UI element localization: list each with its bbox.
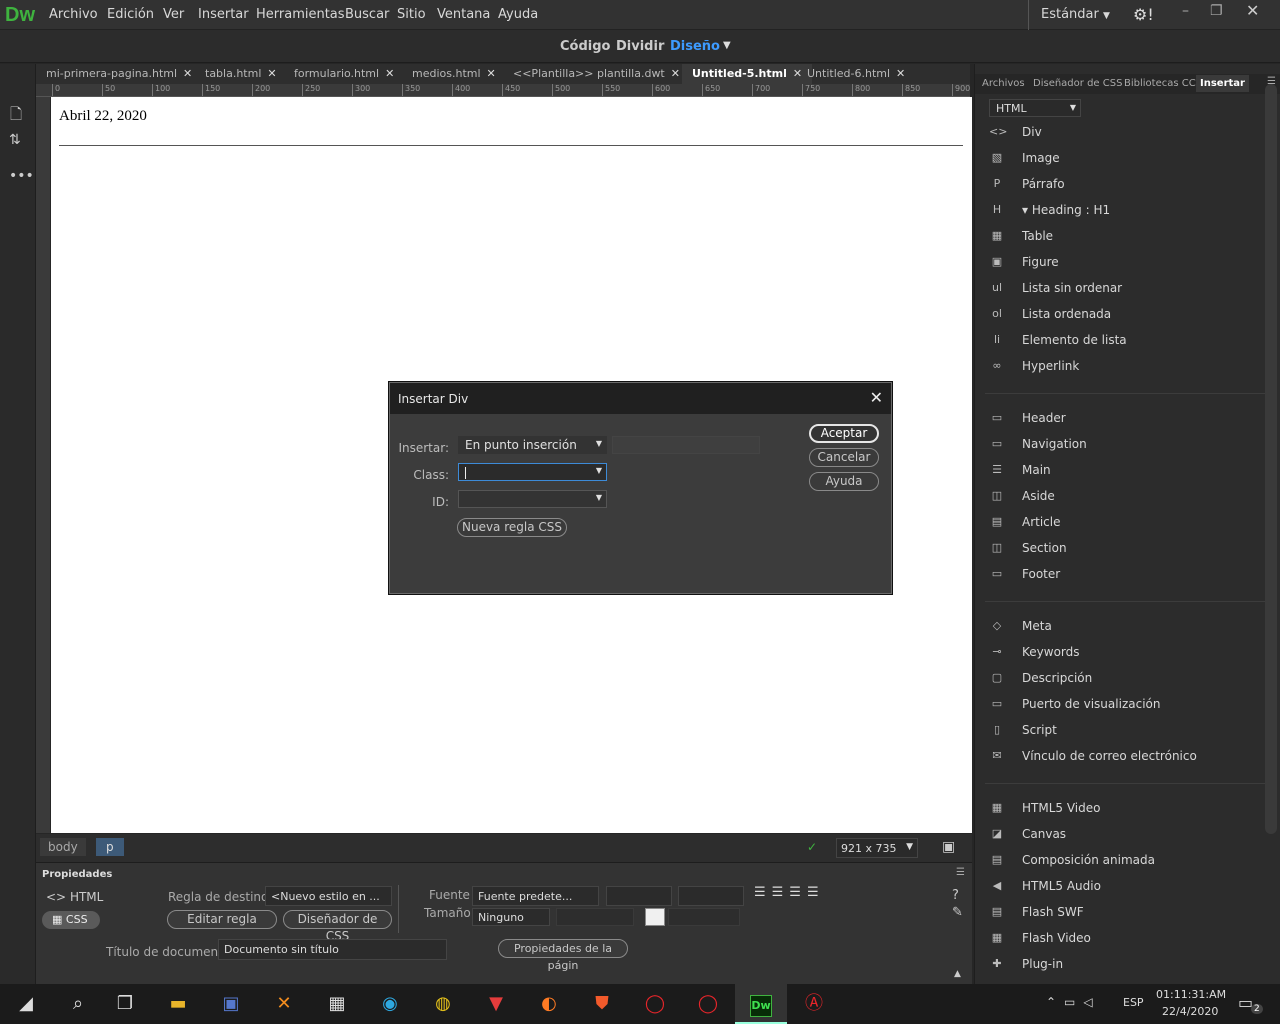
language-indicator[interactable]: ESP bbox=[1123, 996, 1144, 1009]
ayuda-button[interactable]: Ayuda bbox=[809, 472, 879, 491]
firefox-icon[interactable]: ◐ bbox=[523, 984, 575, 1024]
cancelar-button[interactable]: Cancelar bbox=[809, 448, 879, 467]
class-input[interactable]: ▼ bbox=[458, 463, 607, 481]
dialog-titlebar: Insertar Div ✕ bbox=[390, 383, 891, 414]
dialog-title: Insertar Div bbox=[398, 392, 469, 406]
search-icon[interactable]: ⌕ bbox=[52, 984, 104, 1024]
clock-time[interactable]: 01:11:31:AM bbox=[1156, 988, 1226, 1001]
tray-icons[interactable]: ⌃▭◁ bbox=[1046, 995, 1101, 1009]
notification-count: 2 bbox=[1251, 1004, 1263, 1014]
aceptar-button[interactable]: Aceptar bbox=[809, 424, 879, 443]
start-icon[interactable]: ◢ bbox=[0, 984, 52, 1024]
calculator-icon[interactable]: ▦ bbox=[311, 984, 363, 1024]
opera-gx-icon[interactable]: ◯ bbox=[682, 984, 734, 1024]
save-app-icon[interactable]: ▣ bbox=[205, 984, 257, 1024]
xampp-icon[interactable]: ✕ bbox=[258, 984, 310, 1024]
insertar-div-dialog: Insertar Div ✕ Insertar: En punto inserc… bbox=[389, 382, 892, 594]
file-explorer-icon[interactable]: ▬ bbox=[152, 984, 204, 1024]
modal-overlay: Insertar Div ✕ Insertar: En punto inserc… bbox=[0, 0, 1280, 984]
clock-date[interactable]: 22/4/2020 bbox=[1162, 1005, 1218, 1018]
nueva-regla-css-button[interactable]: Nueva regla CSS bbox=[457, 518, 567, 537]
id-label: ID: bbox=[432, 495, 449, 509]
id-input[interactable]: ▼ bbox=[458, 490, 607, 508]
dreamweaver-taskbar-icon[interactable]: Dw bbox=[735, 984, 787, 1024]
edge-icon[interactable]: ◉ bbox=[364, 984, 416, 1024]
chevron-down-icon[interactable]: ▼ bbox=[596, 466, 602, 475]
chevron-down-icon[interactable]: ▼ bbox=[596, 493, 602, 502]
insertar-value: En punto inserción bbox=[465, 438, 577, 452]
insertar-target-select bbox=[612, 436, 760, 454]
taskbar: ◢ ⌕ ❐ ▬ ▣ ✕ ▦ ◉ ◍ ▼ ◐ ⛊ ◯ ◯ Dw Ⓐ ⌃▭◁ ESP… bbox=[0, 984, 1280, 1024]
opera-icon[interactable]: ◯ bbox=[629, 984, 681, 1024]
class-label: Class: bbox=[413, 468, 449, 482]
close-icon[interactable]: ✕ bbox=[870, 388, 883, 407]
chrome-icon[interactable]: ◍ bbox=[417, 984, 469, 1024]
dreamweaver-logo-icon: Dw bbox=[750, 995, 772, 1017]
insertar-label: Insertar: bbox=[398, 441, 449, 455]
task-view-icon[interactable]: ❐ bbox=[99, 984, 151, 1024]
chevron-down-icon: ▼ bbox=[595, 439, 602, 448]
brave-icon[interactable]: ⛊ bbox=[576, 984, 628, 1024]
insertar-select[interactable]: En punto inserción ▼ bbox=[458, 436, 607, 454]
text-cursor bbox=[465, 466, 466, 479]
acrobat-icon[interactable]: Ⓐ bbox=[788, 984, 840, 1024]
vivaldi-icon[interactable]: ▼ bbox=[470, 984, 522, 1024]
